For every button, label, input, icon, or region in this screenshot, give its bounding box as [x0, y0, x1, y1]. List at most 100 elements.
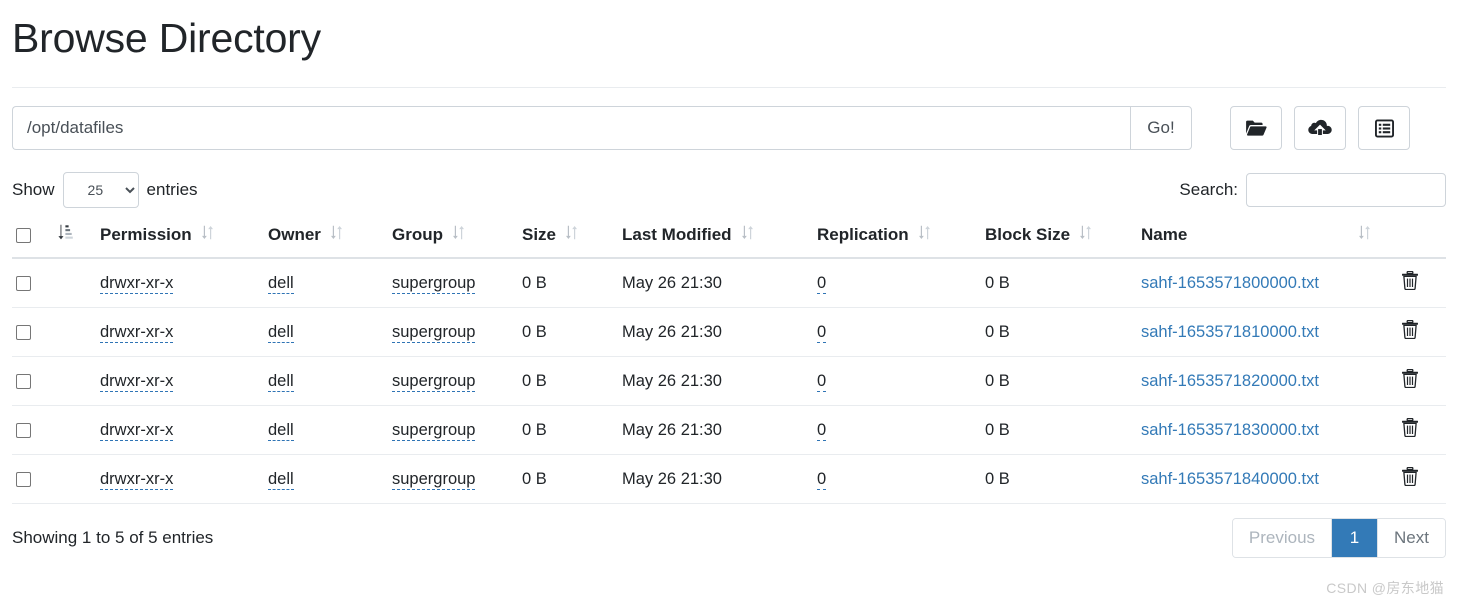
th-size[interactable]: Size	[518, 218, 618, 260]
file-name-link[interactable]: sahf-1653571800000.txt	[1141, 274, 1319, 292]
row-sort-cell	[54, 454, 96, 505]
search-control: Search:	[1179, 173, 1446, 208]
search-input[interactable]	[1246, 173, 1446, 208]
block-size-cell: 0 B	[981, 307, 1137, 358]
page-length-select[interactable]: 25	[62, 172, 139, 209]
th-block-size-label: Block Size	[985, 225, 1071, 245]
th-permission[interactable]: Permission	[96, 218, 264, 260]
th-select-all[interactable]	[12, 218, 54, 260]
path-toolbar: Go!	[12, 106, 1446, 151]
actions-cell	[1374, 454, 1446, 505]
th-size-label: Size	[522, 225, 557, 245]
name-cell: sahf-1653571800000.txt	[1137, 258, 1374, 309]
datatable-controls: Show 25 entries Search:	[12, 172, 1446, 209]
group-value[interactable]: supergroup	[392, 420, 476, 441]
th-sort-handle[interactable]	[54, 218, 96, 260]
delete-file-button[interactable]	[1401, 320, 1419, 342]
row-select-cell[interactable]	[12, 356, 54, 407]
size-cell: 0 B	[518, 258, 618, 309]
trash-icon	[1401, 418, 1419, 440]
permission-value[interactable]: drwxr-xr-x	[100, 469, 174, 490]
permission-value[interactable]: drwxr-xr-x	[100, 420, 174, 441]
replication-value[interactable]: 0	[817, 322, 827, 343]
row-checkbox[interactable]	[16, 471, 31, 487]
owner-value[interactable]: dell	[268, 371, 294, 392]
file-name-link[interactable]: sahf-1653571830000.txt	[1141, 421, 1319, 439]
row-checkbox[interactable]	[16, 324, 31, 340]
row-checkbox[interactable]	[16, 373, 31, 389]
sort-both-icon	[566, 225, 578, 245]
group-cell: supergroup	[388, 405, 518, 456]
row-select-cell[interactable]	[12, 307, 54, 358]
trash-icon	[1401, 271, 1419, 293]
file-name-link[interactable]: sahf-1653571810000.txt	[1141, 323, 1319, 341]
upload-files-button[interactable]	[1294, 106, 1346, 151]
th-replication-label: Replication	[817, 225, 909, 245]
row-select-cell[interactable]	[12, 258, 54, 309]
size-cell: 0 B	[518, 307, 618, 358]
row-sort-cell	[54, 356, 96, 407]
delete-file-button[interactable]	[1401, 467, 1419, 487]
owner-value[interactable]: dell	[268, 420, 294, 441]
th-name-label: Name	[1141, 225, 1188, 245]
list-alt-icon	[1374, 119, 1394, 138]
sort-both-icon	[201, 225, 213, 245]
permission-value[interactable]: drwxr-xr-x	[100, 322, 174, 343]
cut-paste-button[interactable]	[1358, 106, 1410, 151]
permission-cell: drwxr-xr-x	[96, 307, 264, 358]
replication-cell: 0	[813, 356, 981, 407]
size-cell: 0 B	[518, 356, 618, 407]
pagination-next[interactable]: Next	[1378, 519, 1445, 558]
replication-value[interactable]: 0	[817, 273, 827, 294]
owner-value[interactable]: dell	[268, 469, 294, 490]
th-last-modified-label: Last Modified	[622, 225, 732, 245]
file-name-link[interactable]: sahf-1653571820000.txt	[1141, 372, 1319, 390]
permission-value[interactable]: drwxr-xr-x	[100, 371, 174, 392]
th-last-modified[interactable]: Last Modified	[618, 218, 813, 260]
replication-value[interactable]: 0	[817, 469, 827, 490]
block-size-cell: 0 B	[981, 405, 1137, 456]
owner-cell: dell	[264, 405, 388, 456]
replication-value[interactable]: 0	[817, 371, 827, 392]
th-group[interactable]: Group	[388, 218, 518, 260]
th-name[interactable]: Name	[1137, 218, 1374, 260]
pagination-page-1[interactable]: 1	[1332, 519, 1379, 558]
last-modified-cell: May 26 21:30	[618, 356, 813, 407]
group-value[interactable]: supergroup	[392, 273, 476, 294]
last-modified-cell: May 26 21:30	[618, 454, 813, 505]
th-replication[interactable]: Replication	[813, 218, 981, 260]
go-button[interactable]: Go!	[1130, 106, 1192, 151]
select-all-checkbox[interactable]	[16, 228, 31, 244]
group-value[interactable]: supergroup	[392, 322, 476, 343]
group-cell: supergroup	[388, 356, 518, 407]
sort-both-icon	[330, 225, 342, 245]
permission-value[interactable]: drwxr-xr-x	[100, 273, 174, 294]
th-block-size[interactable]: Block Size	[981, 218, 1137, 260]
row-select-cell[interactable]	[12, 405, 54, 456]
group-value[interactable]: supergroup	[392, 469, 476, 490]
table-row: drwxr-xr-x dell supergroup 0 B May 26 21…	[12, 258, 1446, 309]
create-directory-button[interactable]	[1230, 106, 1282, 151]
owner-cell: dell	[264, 356, 388, 407]
path-input[interactable]	[12, 106, 1130, 151]
replication-value[interactable]: 0	[817, 420, 827, 441]
browse-directory-page: Browse Directory Go!	[0, 0, 1458, 602]
row-checkbox[interactable]	[16, 275, 31, 291]
entries-info: Showing 1 to 5 of 5 entries	[12, 528, 214, 548]
owner-value[interactable]: dell	[268, 322, 294, 343]
pagination-previous[interactable]: Previous	[1232, 519, 1333, 558]
row-checkbox[interactable]	[16, 422, 31, 438]
trash-icon	[1401, 320, 1419, 342]
last-modified-cell: May 26 21:30	[618, 258, 813, 309]
owner-value[interactable]: dell	[268, 273, 294, 294]
folder-open-icon	[1245, 119, 1267, 137]
delete-file-button[interactable]	[1401, 271, 1419, 293]
delete-file-button[interactable]	[1401, 369, 1419, 389]
group-value[interactable]: supergroup	[392, 371, 476, 392]
row-sort-cell	[54, 258, 96, 309]
page-length-control: Show 25 entries	[12, 172, 198, 209]
row-select-cell[interactable]	[12, 454, 54, 505]
file-name-link[interactable]: sahf-1653571840000.txt	[1141, 470, 1319, 488]
delete-file-button[interactable]	[1401, 418, 1419, 440]
th-owner[interactable]: Owner	[264, 218, 388, 260]
